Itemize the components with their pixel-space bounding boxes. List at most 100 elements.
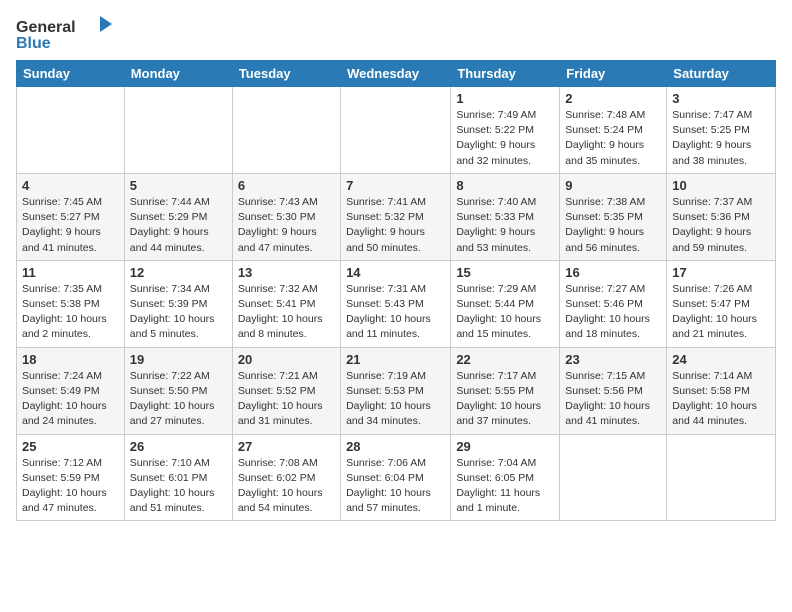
day-number: 11 <box>22 265 119 280</box>
day-number: 14 <box>346 265 445 280</box>
day-info: Sunrise: 7:24 AM Sunset: 5:49 PM Dayligh… <box>22 369 119 430</box>
day-info: Sunrise: 7:41 AM Sunset: 5:32 PM Dayligh… <box>346 195 445 256</box>
calendar-week-row: 25Sunrise: 7:12 AM Sunset: 5:59 PM Dayli… <box>17 434 776 521</box>
calendar-cell: 2Sunrise: 7:48 AM Sunset: 5:24 PM Daylig… <box>560 87 667 174</box>
calendar-cell: 28 Sunrise: 7:06 AM Sunset: 6:04 PM Dayli… <box>341 434 451 521</box>
calendar-cell <box>341 87 451 174</box>
day-number: 21 <box>346 352 445 367</box>
page-header: GeneralBlue <box>16 16 776 52</box>
calendar-cell: 21 Sunrise: 7:19 AM Sunset: 5:53 PM Dayli… <box>341 347 451 434</box>
calendar-cell: 29Sunrise: 7:04 AM Sunset: 6:05 PM Dayli… <box>451 434 560 521</box>
day-number: 7 <box>346 178 445 193</box>
day-info: Sunrise: 7:40 AM Sunset: 5:33 PM Dayligh… <box>456 195 554 256</box>
calendar-cell: 1 Sunrise: 7:49 AM Sunset: 5:22 PM Daylig… <box>451 87 560 174</box>
day-info: Sunrise: 7:15 AM Sunset: 5:56 PM Dayligh… <box>565 369 661 430</box>
day-number: 13 <box>238 265 335 280</box>
day-info: Sunrise: 7:37 AM Sunset: 5:36 PM Dayligh… <box>672 195 770 256</box>
weekday-header: Friday <box>560 61 667 87</box>
calendar-table: SundayMondayTuesdayWednesdayThursdayFrid… <box>16 60 776 521</box>
calendar-cell: 26 Sunrise: 7:10 AM Sunset: 6:01 PM Dayli… <box>124 434 232 521</box>
calendar-header-row: SundayMondayTuesdayWednesdayThursdayFrid… <box>17 61 776 87</box>
calendar-cell: 27 Sunrise: 7:08 AM Sunset: 6:02 PM Dayli… <box>232 434 340 521</box>
calendar-cell: 4 Sunrise: 7:45 AM Sunset: 5:27 PM Daylig… <box>17 173 125 260</box>
calendar-cell: 20Sunrise: 7:21 AM Sunset: 5:52 PM Dayli… <box>232 347 340 434</box>
calendar-cell: 8 Sunrise: 7:40 AM Sunset: 5:33 PM Daylig… <box>451 173 560 260</box>
day-info: Sunrise: 7:45 AM Sunset: 5:27 PM Dayligh… <box>22 195 119 256</box>
day-info: Sunrise: 7:27 AM Sunset: 5:46 PM Dayligh… <box>565 282 661 343</box>
day-number: 19 <box>130 352 227 367</box>
day-info: Sunrise: 7:08 AM Sunset: 6:02 PM Dayligh… <box>238 456 335 517</box>
day-info: Sunrise: 7:34 AM Sunset: 5:39 PM Dayligh… <box>130 282 227 343</box>
day-number: 17 <box>672 265 770 280</box>
day-info: Sunrise: 7:14 AM Sunset: 5:58 PM Dayligh… <box>672 369 770 430</box>
svg-text:General: General <box>16 19 76 36</box>
day-info: Sunrise: 7:06 AM Sunset: 6:04 PM Dayligh… <box>346 456 445 517</box>
calendar-cell <box>232 87 340 174</box>
day-number: 23 <box>565 352 661 367</box>
day-number: 2 <box>565 91 661 106</box>
calendar-cell <box>560 434 667 521</box>
day-info: Sunrise: 7:32 AM Sunset: 5:41 PM Dayligh… <box>238 282 335 343</box>
day-number: 4 <box>22 178 119 193</box>
day-info: Sunrise: 7:26 AM Sunset: 5:47 PM Dayligh… <box>672 282 770 343</box>
calendar-cell: 24 Sunrise: 7:14 AM Sunset: 5:58 PM Dayli… <box>667 347 776 434</box>
day-info: Sunrise: 7:38 AM Sunset: 5:35 PM Dayligh… <box>565 195 661 256</box>
calendar-cell: 3Sunrise: 7:47 AM Sunset: 5:25 PM Daylig… <box>667 87 776 174</box>
day-number: 3 <box>672 91 770 106</box>
calendar-cell: 9 Sunrise: 7:38 AM Sunset: 5:35 PM Daylig… <box>560 173 667 260</box>
day-number: 29 <box>456 439 554 454</box>
day-number: 22 <box>456 352 554 367</box>
calendar-cell: 10 Sunrise: 7:37 AM Sunset: 5:36 PM Dayli… <box>667 173 776 260</box>
day-number: 15 <box>456 265 554 280</box>
svg-text:Blue: Blue <box>16 35 51 52</box>
weekday-header: Wednesday <box>341 61 451 87</box>
calendar-week-row: 18 Sunrise: 7:24 AM Sunset: 5:49 PM Dayli… <box>17 347 776 434</box>
calendar-week-row: 11 Sunrise: 7:35 AM Sunset: 5:38 PM Dayli… <box>17 260 776 347</box>
calendar-cell: 22 Sunrise: 7:17 AM Sunset: 5:55 PM Dayli… <box>451 347 560 434</box>
weekday-header: Thursday <box>451 61 560 87</box>
day-number: 5 <box>130 178 227 193</box>
calendar-cell: 11 Sunrise: 7:35 AM Sunset: 5:38 PM Dayli… <box>17 260 125 347</box>
day-number: 6 <box>238 178 335 193</box>
calendar-cell: 12 Sunrise: 7:34 AM Sunset: 5:39 PM Dayli… <box>124 260 232 347</box>
calendar-cell: 16Sunrise: 7:27 AM Sunset: 5:46 PM Dayli… <box>560 260 667 347</box>
day-number: 10 <box>672 178 770 193</box>
calendar-cell <box>124 87 232 174</box>
weekday-header: Saturday <box>667 61 776 87</box>
calendar-cell: 5 Sunrise: 7:44 AM Sunset: 5:29 PM Daylig… <box>124 173 232 260</box>
day-info: Sunrise: 7:19 AM Sunset: 5:53 PM Dayligh… <box>346 369 445 430</box>
day-number: 24 <box>672 352 770 367</box>
calendar-week-row: 1 Sunrise: 7:49 AM Sunset: 5:22 PM Daylig… <box>17 87 776 174</box>
day-number: 8 <box>456 178 554 193</box>
calendar-cell: 18 Sunrise: 7:24 AM Sunset: 5:49 PM Dayli… <box>17 347 125 434</box>
weekday-header: Monday <box>124 61 232 87</box>
weekday-header: Sunday <box>17 61 125 87</box>
day-info: Sunrise: 7:44 AM Sunset: 5:29 PM Dayligh… <box>130 195 227 256</box>
day-info: Sunrise: 7:10 AM Sunset: 6:01 PM Dayligh… <box>130 456 227 517</box>
day-info: Sunrise: 7:17 AM Sunset: 5:55 PM Dayligh… <box>456 369 554 430</box>
day-info: Sunrise: 7:22 AM Sunset: 5:50 PM Dayligh… <box>130 369 227 430</box>
day-number: 26 <box>130 439 227 454</box>
calendar-cell <box>17 87 125 174</box>
day-number: 27 <box>238 439 335 454</box>
day-number: 28 <box>346 439 445 454</box>
day-info: Sunrise: 7:35 AM Sunset: 5:38 PM Dayligh… <box>22 282 119 343</box>
calendar-cell: 25Sunrise: 7:12 AM Sunset: 5:59 PM Dayli… <box>17 434 125 521</box>
logo-icon: GeneralBlue <box>16 16 126 52</box>
day-info: Sunrise: 7:29 AM Sunset: 5:44 PM Dayligh… <box>456 282 554 343</box>
calendar-week-row: 4 Sunrise: 7:45 AM Sunset: 5:27 PM Daylig… <box>17 173 776 260</box>
day-number: 9 <box>565 178 661 193</box>
day-info: Sunrise: 7:31 AM Sunset: 5:43 PM Dayligh… <box>346 282 445 343</box>
calendar-cell: 6 Sunrise: 7:43 AM Sunset: 5:30 PM Daylig… <box>232 173 340 260</box>
day-number: 20 <box>238 352 335 367</box>
day-number: 1 <box>456 91 554 106</box>
calendar-cell: 15 Sunrise: 7:29 AM Sunset: 5:44 PM Dayli… <box>451 260 560 347</box>
day-number: 12 <box>130 265 227 280</box>
calendar-cell: 13 Sunrise: 7:32 AM Sunset: 5:41 PM Dayli… <box>232 260 340 347</box>
weekday-header: Tuesday <box>232 61 340 87</box>
day-info: Sunrise: 7:49 AM Sunset: 5:22 PM Dayligh… <box>456 108 554 169</box>
day-number: 18 <box>22 352 119 367</box>
calendar-cell: 14 Sunrise: 7:31 AM Sunset: 5:43 PM Dayli… <box>341 260 451 347</box>
calendar-cell: 17 Sunrise: 7:26 AM Sunset: 5:47 PM Dayli… <box>667 260 776 347</box>
day-info: Sunrise: 7:43 AM Sunset: 5:30 PM Dayligh… <box>238 195 335 256</box>
